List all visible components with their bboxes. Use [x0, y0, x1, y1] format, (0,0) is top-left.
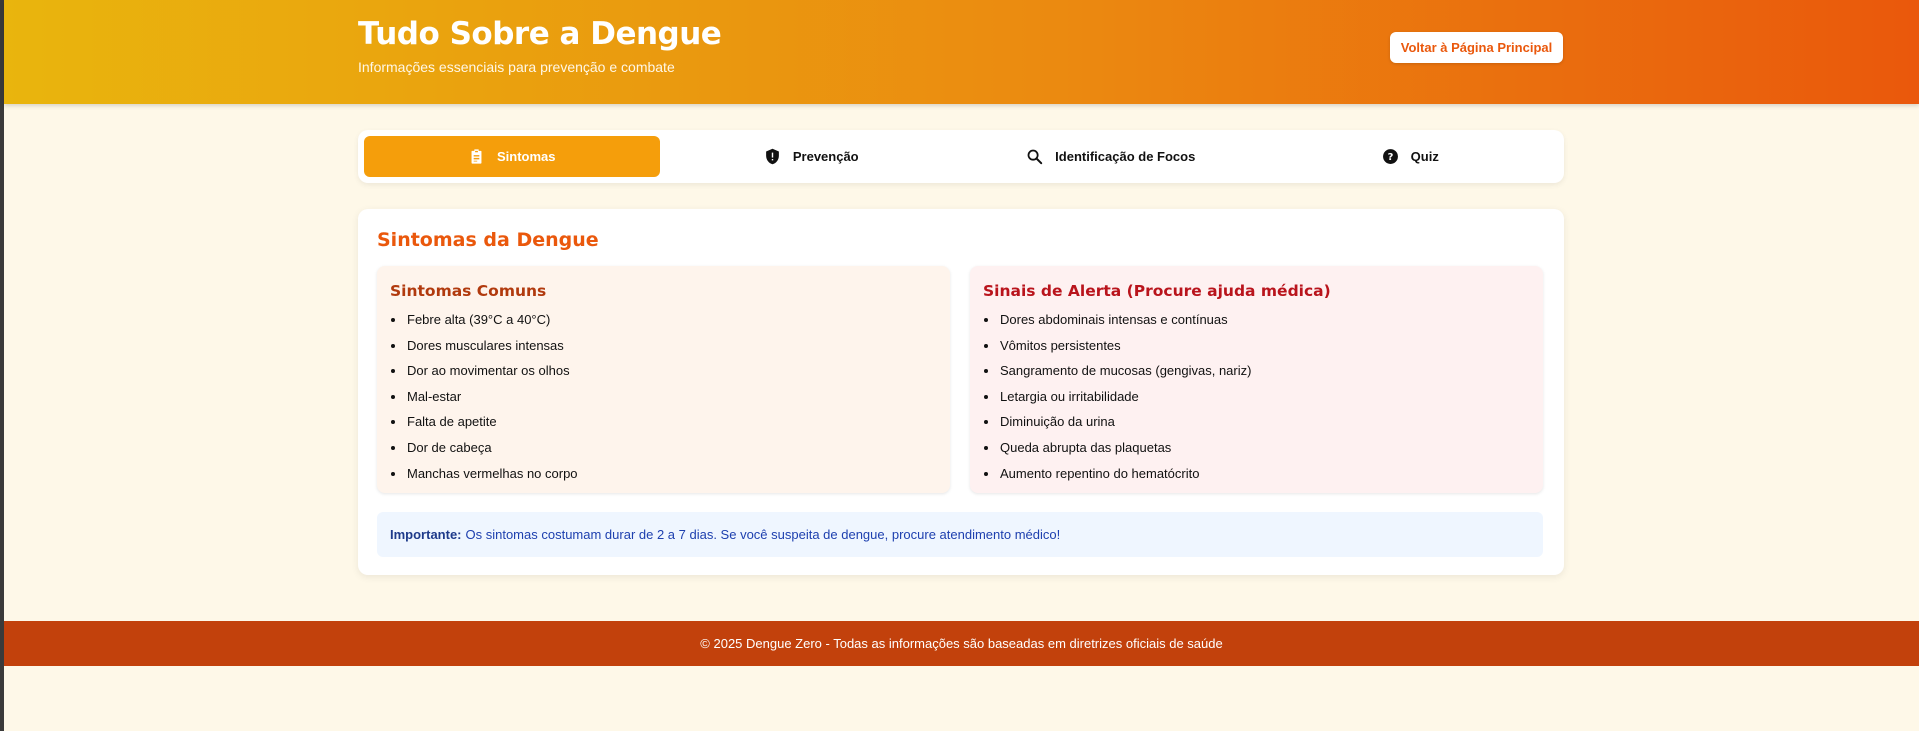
important-label: Importante: [390, 527, 462, 542]
list-item: Queda abrupta das plaquetas [999, 438, 1251, 464]
important-note: Importante: Os sintomas costumam durar d… [377, 512, 1543, 557]
tab-prevencao[interactable]: Prevenção [664, 136, 960, 177]
tab-label: Identificação de Focos [1055, 149, 1196, 164]
list-item: Mal-estar [406, 387, 578, 413]
symptoms-card: Sintomas da Dengue Sintomas Comuns Febre… [358, 209, 1564, 575]
list-item: Dor de cabeça [406, 438, 578, 464]
alert-signs-list: Dores abdominais intensas e contínuas Vô… [999, 310, 1251, 489]
tab-identificacao-focos[interactable]: Identificação de Focos [963, 136, 1259, 177]
list-item: Letargia ou irritabilidade [999, 387, 1251, 413]
shield-icon [764, 148, 781, 165]
footer-text: © 2025 Dengue Zero - Todas as informaçõe… [700, 636, 1223, 651]
page-title: Tudo Sobre a Dengue [358, 16, 722, 52]
common-symptoms-list: Febre alta (39°C a 40°C) Dores musculare… [406, 310, 578, 489]
clipboard-icon [468, 148, 485, 165]
section-title: Sintomas da Dengue [377, 229, 599, 251]
list-item: Aumento repentino do hematócrito [999, 464, 1251, 490]
list-item: Diminuição da urina [999, 412, 1251, 438]
svg-text:?: ? [1387, 152, 1393, 163]
list-item: Vômitos persistentes [999, 336, 1251, 362]
question-circle-icon: ? [1382, 148, 1399, 165]
list-item: Sangramento de mucosas (gengivas, nariz) [999, 361, 1251, 387]
tab-label: Quiz [1410, 149, 1439, 164]
alert-signs-panel: Sinais de Alerta (Procure ajuda médica) … [970, 266, 1543, 493]
section-tabs: Sintomas Prevenção Identificação de Foco… [358, 130, 1564, 183]
tab-label: Prevenção [792, 149, 859, 164]
back-to-home-button[interactable]: Voltar à Página Principal [1390, 32, 1563, 63]
common-symptoms-panel: Sintomas Comuns Febre alta (39°C a 40°C)… [377, 266, 950, 493]
common-symptoms-title: Sintomas Comuns [390, 282, 547, 300]
list-item: Dor ao movimentar os olhos [406, 361, 578, 387]
tab-sintomas[interactable]: Sintomas [364, 136, 660, 177]
list-item: Dores musculares intensas [406, 336, 578, 362]
list-item: Manchas vermelhas no corpo [406, 464, 578, 490]
list-item: Febre alta (39°C a 40°C) [406, 310, 578, 336]
page-header: Tudo Sobre a Dengue Informações essencia… [4, 0, 1919, 104]
tab-label: Sintomas [496, 149, 556, 164]
list-item: Falta de apetite [406, 412, 578, 438]
page-subtitle: Informações essenciais para prevenção e … [358, 59, 675, 75]
important-text: Os sintomas costumam durar de 2 a 7 dias… [465, 527, 1061, 542]
list-item: Dores abdominais intensas e contínuas [999, 310, 1251, 336]
page-footer: © 2025 Dengue Zero - Todas as informaçõe… [4, 621, 1919, 666]
tab-quiz[interactable]: ? Quiz [1263, 136, 1559, 177]
alert-signs-title: Sinais de Alerta (Procure ajuda médica) [983, 282, 1331, 300]
search-icon [1026, 148, 1043, 165]
